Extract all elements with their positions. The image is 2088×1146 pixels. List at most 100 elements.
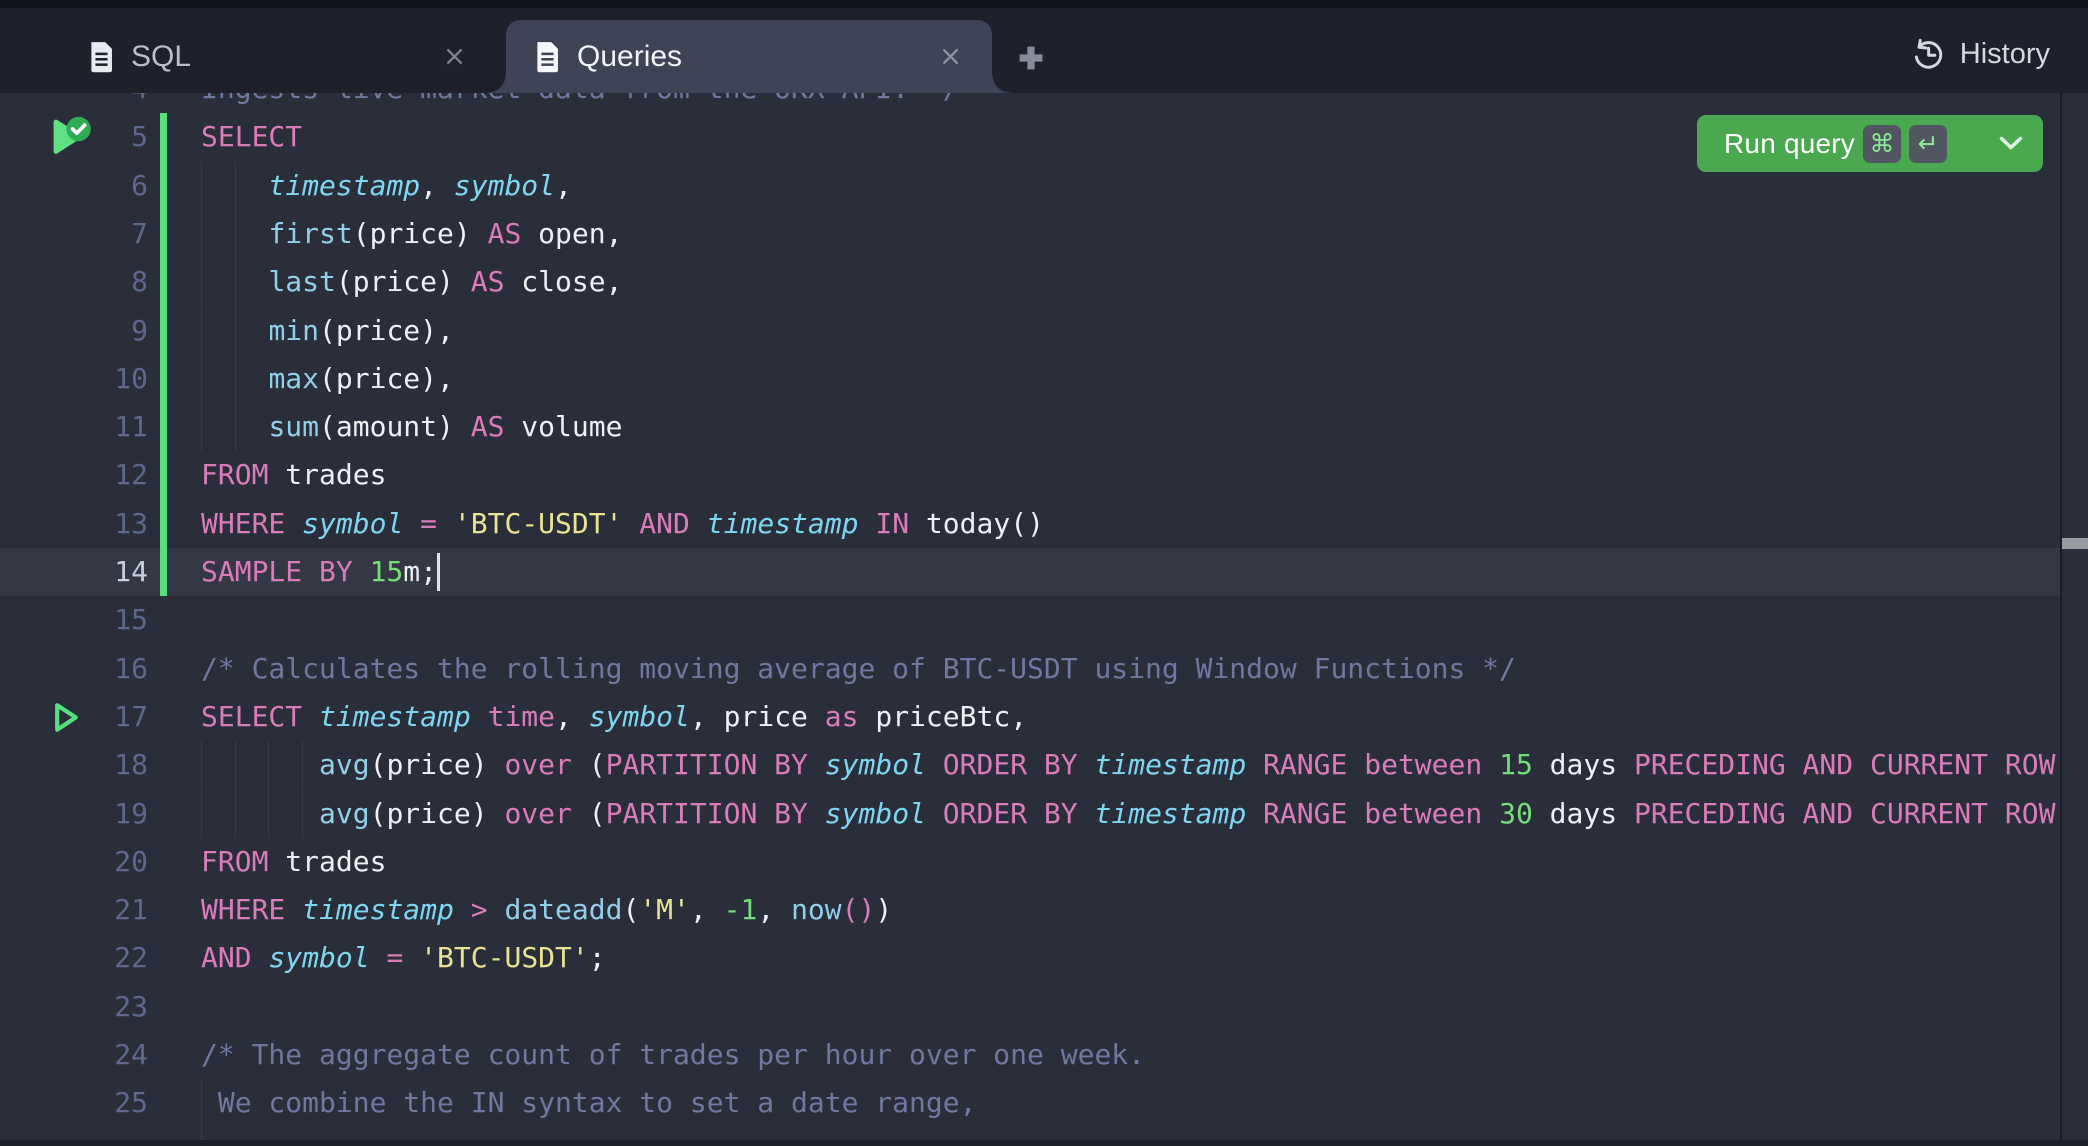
token-kw: between: [1364, 797, 1482, 830]
token-tx: [302, 700, 319, 733]
code-line[interactable]: 17SELECT timestamp time, symbol, price a…: [0, 693, 2088, 742]
token-tx: (price): [370, 797, 505, 830]
code-line-text: timestamp, symbol,: [201, 162, 572, 210]
run-options-chevron-icon[interactable]: [1997, 135, 2025, 152]
token-cm: We combine the IN syntax to set a date r…: [201, 1086, 976, 1119]
token-kw: AS: [471, 410, 505, 443]
code-line-text: avg(price) over (PARTITION BY symbol ORD…: [201, 790, 2072, 838]
token-kw: FROM: [201, 845, 268, 878]
run-query-button[interactable]: Run query ⌘ ↵: [1697, 115, 2043, 172]
line-number[interactable]: 19: [0, 790, 148, 838]
line-number[interactable]: 20: [0, 838, 148, 886]
code-line[interactable]: 23: [0, 983, 2088, 1032]
code-line-text: /* Calculates the rolling moving average…: [201, 645, 1516, 693]
code-line[interactable]: 4Ingests live market data from the OKX A…: [0, 93, 2088, 114]
code-line-text: sum(amount) AS volume: [201, 403, 622, 451]
line-number[interactable]: 7: [0, 210, 148, 258]
token-kw: WHERE: [201, 507, 285, 540]
token-fn: avg: [319, 748, 370, 781]
code-line[interactable]: 14SAMPLE BY 15m;: [0, 548, 2088, 597]
token-kw: SAMPLE BY: [201, 555, 353, 588]
line-number[interactable]: 10: [0, 355, 148, 403]
token-tx: close,: [504, 265, 622, 298]
code-line[interactable]: 12FROM trades: [0, 451, 2088, 500]
line-number[interactable]: 17: [0, 693, 148, 741]
token-tx: [454, 893, 471, 926]
code-line[interactable]: 15: [0, 596, 2088, 645]
history-button[interactable]: History: [1910, 28, 2050, 80]
line-number[interactable]: 14: [0, 548, 148, 596]
token-kw: over: [504, 797, 571, 830]
code-line[interactable]: 24 /* The aggregate count of trades per h…: [0, 1031, 2088, 1080]
line-number[interactable]: 16: [0, 645, 148, 693]
code-line[interactable]: 7 first(price) AS open,: [0, 210, 2088, 259]
token-tx: (price): [353, 217, 488, 250]
code-line[interactable]: 11 sum(amount) AS volume: [0, 403, 2088, 452]
token-cm: /* The aggregate count of trades per hou…: [201, 1038, 1145, 1071]
token-kw: SELECT: [201, 120, 302, 153]
token-tx: [1246, 797, 1263, 830]
token-tx: [471, 700, 488, 733]
token-kw: FROM: [201, 458, 268, 491]
token-st: 'M': [639, 893, 690, 926]
line-number[interactable]: 18: [0, 741, 148, 789]
token-kw: RANGE: [1263, 748, 1347, 781]
code-line[interactable]: 21WHERE timestamp > dateadd('M', -1, now…: [0, 886, 2088, 935]
line-number[interactable]: 23: [0, 983, 148, 1031]
token-tx: ;: [589, 941, 606, 974]
code-line[interactable]: 19 avg(price) over (PARTITION BY symbol …: [0, 790, 2088, 839]
code-line[interactable]: 13 WHERE symbol = 'BTC-USDT' AND timestam…: [0, 500, 2088, 549]
code-line-text: avg(price) over (PARTITION BY symbol ORD…: [201, 741, 2072, 789]
code-line[interactable]: 20 FROM trades: [0, 838, 2088, 887]
token-tx: [622, 507, 639, 540]
token-ty: timestamp: [1095, 797, 1247, 830]
code-line[interactable]: 8 last(price) AS close,: [0, 258, 2088, 307]
line-number[interactable]: 8: [0, 258, 148, 306]
history-icon: [1910, 36, 1947, 73]
line-number[interactable]: 24: [0, 1031, 148, 1079]
tab-bar: SQL Queries: [0, 0, 2088, 93]
token-tx: ,: [757, 893, 791, 926]
token-tx: days: [1533, 797, 1634, 830]
code-line[interactable]: 25 We combine the IN syntax to set a dat…: [0, 1079, 2088, 1128]
code-line[interactable]: 18 avg(price) over (PARTITION BY symbol …: [0, 741, 2088, 790]
tab-queries[interactable]: Queries: [506, 20, 992, 93]
token-kw: over: [504, 748, 571, 781]
code-line-text: WHERE symbol = 'BTC-USDT' AND timestamp …: [201, 500, 1044, 548]
close-icon[interactable]: [941, 47, 960, 66]
token-tx: [201, 410, 268, 443]
token-tx: [1246, 748, 1263, 781]
code-line[interactable]: 9 min(price),: [0, 307, 2088, 356]
line-number[interactable]: 13: [0, 500, 148, 548]
line-number[interactable]: 5: [0, 113, 148, 161]
run-query-label: Run query: [1724, 128, 1855, 160]
token-ty: timestamp: [302, 893, 454, 926]
code-line-text: SELECT: [201, 113, 302, 161]
token-tx: trades: [268, 845, 386, 878]
overview-ruler[interactable]: [2060, 93, 2088, 1146]
line-number[interactable]: 6: [0, 162, 148, 210]
code-line[interactable]: 10 max(price),: [0, 355, 2088, 404]
new-tab-button[interactable]: [1016, 43, 1046, 73]
line-number[interactable]: 12: [0, 451, 148, 499]
line-number[interactable]: 15: [0, 596, 148, 644]
token-tx: [1347, 748, 1364, 781]
line-number[interactable]: 4: [0, 93, 148, 113]
token-nu: 15: [370, 555, 404, 588]
close-icon[interactable]: [445, 47, 464, 66]
history-label: History: [1960, 38, 2050, 71]
code-line[interactable]: 16 /* Calculates the rolling moving avera…: [0, 645, 2088, 694]
line-number[interactable]: 22: [0, 934, 148, 982]
line-number[interactable]: 21: [0, 886, 148, 934]
token-fn: last: [268, 265, 335, 298]
token-kw: ORDER BY: [943, 748, 1078, 781]
tab-sql[interactable]: SQL: [60, 20, 488, 93]
text-cursor: [437, 553, 440, 591]
token-kw: AND: [201, 941, 252, 974]
token-kw: PARTITION BY: [606, 797, 808, 830]
token-fn: now: [791, 893, 842, 926]
code-line[interactable]: 22AND symbol = 'BTC-USDT';: [0, 934, 2088, 983]
line-number[interactable]: 11: [0, 403, 148, 451]
line-number[interactable]: 9: [0, 307, 148, 355]
line-number[interactable]: 25: [0, 1079, 148, 1127]
